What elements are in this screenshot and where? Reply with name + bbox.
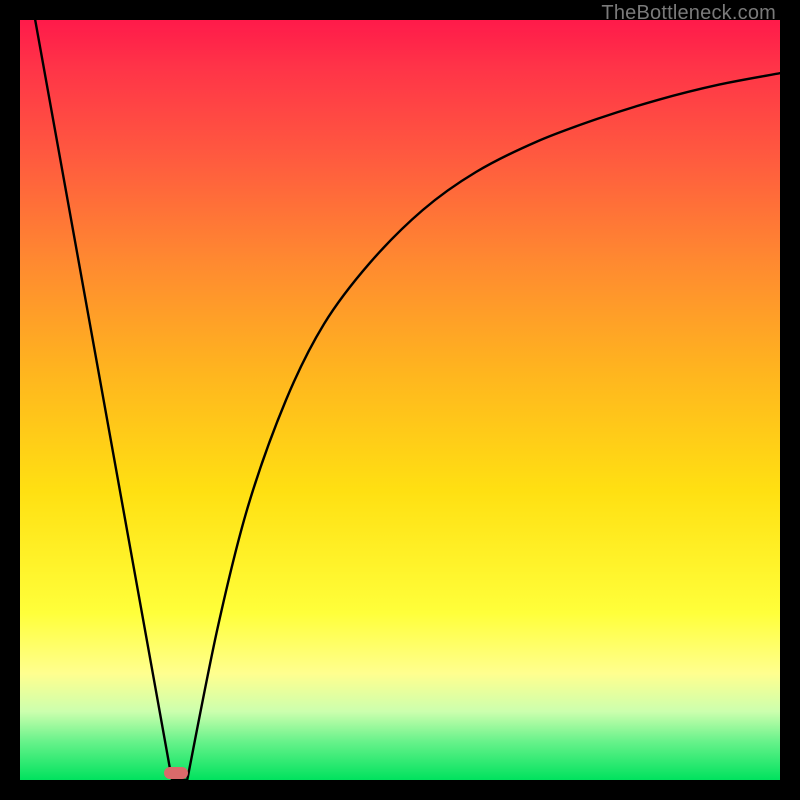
curve-path xyxy=(35,20,780,780)
plot-frame xyxy=(20,20,780,780)
bottleneck-curve xyxy=(20,20,780,780)
watermark-text: TheBottleneck.com xyxy=(601,2,776,25)
optimum-marker xyxy=(164,767,188,779)
